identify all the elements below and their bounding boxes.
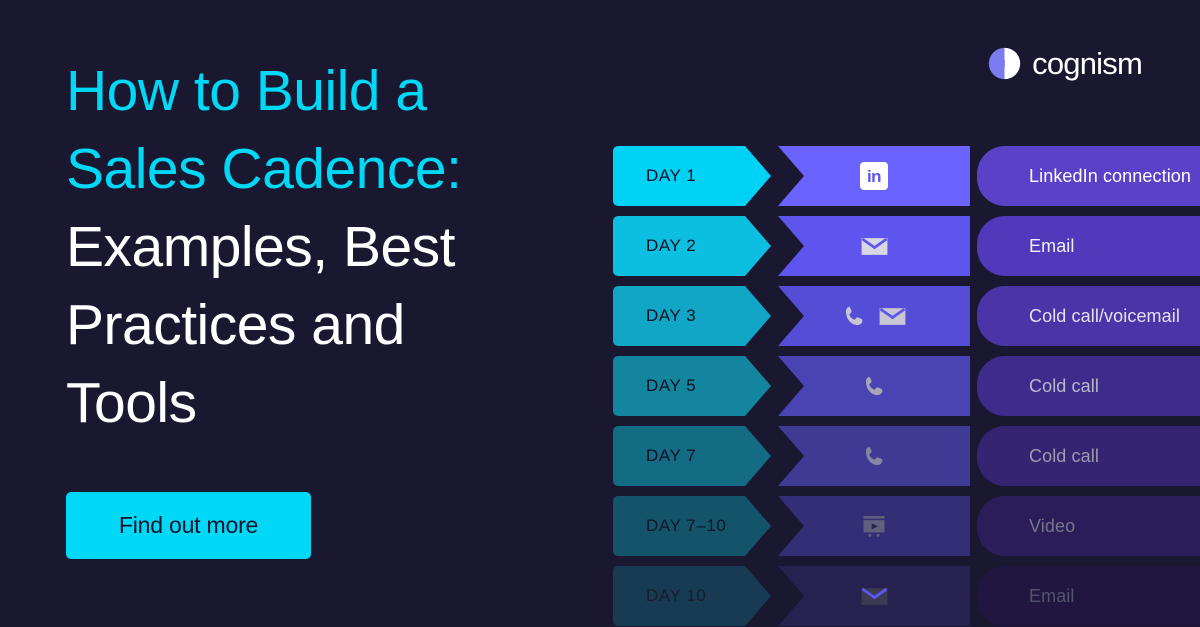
cadence-day-chip: DAY 1 <box>613 146 771 206</box>
cadence-day-chip: DAY 7 <box>613 426 771 486</box>
cadence-day-chip: DAY 5 <box>613 356 771 416</box>
cadence-day-label: DAY 7–10 <box>646 516 727 535</box>
phone-icon <box>861 443 888 470</box>
cadence-channel-label: Cold call <box>1029 375 1099 396</box>
find-out-more-button[interactable]: Find out more <box>66 492 311 559</box>
cadence-channel-label: LinkedIn connection <box>1029 165 1192 186</box>
cadence-channel-chip: Video <box>977 496 1200 556</box>
cognism-logo[interactable]: cognism <box>988 46 1143 81</box>
cadence-icon-group <box>861 443 888 470</box>
cadence-icon-group <box>860 512 888 540</box>
cadence-channel-chip: Cold call <box>977 356 1200 416</box>
cadence-icon-group <box>859 581 890 612</box>
linkedin-icon: in <box>860 162 888 190</box>
cadence-row: DAY 7–10 Video <box>613 496 1200 556</box>
cadence-icon-chip <box>778 286 970 346</box>
cadence-channel-label: Video <box>1029 515 1076 536</box>
cadence-day-label: DAY 2 <box>646 236 697 255</box>
cadence-icon-chip <box>778 356 970 416</box>
brand-name: cognism <box>1032 46 1143 81</box>
cadence-icon-group <box>861 373 888 400</box>
cadence-day-label: DAY 10 <box>646 586 707 605</box>
cadence-row: DAY 3 Cold call/voicemail <box>613 286 1200 346</box>
cadence-icon-group <box>859 231 890 262</box>
cadence-channel-chip: Cold call/voicemail <box>977 286 1200 346</box>
cadence-day-label: DAY 7 <box>646 446 697 465</box>
cadence-channel-label: Cold call/voicemail <box>1029 305 1180 326</box>
cognism-circle-mark-icon <box>988 47 1021 80</box>
cadence-day-chip: DAY 2 <box>613 216 771 276</box>
phone-icon <box>841 303 868 330</box>
cadence-channel-chip: Email <box>977 566 1200 626</box>
headline-line-4: Practices and <box>66 293 405 357</box>
cadence-icon-chip <box>778 496 970 556</box>
cadence-row: DAY 5 Cold call <box>613 356 1200 416</box>
cadence-channel-label: Cold call <box>1029 445 1099 466</box>
cadence-icon-chip <box>778 566 970 626</box>
cadence-day-label: DAY 5 <box>646 376 697 395</box>
cadence-channel-chip: Email <box>977 216 1200 276</box>
cadence-row: DAY 1 in LinkedIn connection <box>613 146 1200 206</box>
headline-line-3: Examples, Best <box>66 215 456 279</box>
headline-line-2: Sales Cadence: <box>66 137 462 201</box>
cadence-channel-label: Email <box>1029 585 1075 606</box>
page-title: How to Build a Sales Cadence: Examples, … <box>66 52 586 442</box>
cadence-day-chip: DAY 3 <box>613 286 771 346</box>
headline-block: How to Build a Sales Cadence: Examples, … <box>66 52 586 442</box>
cadence-icon-chip <box>778 426 970 486</box>
cadence-icon-group <box>841 301 908 332</box>
cadence-channel-chip: Cold call <box>977 426 1200 486</box>
cadence-day-label: DAY 1 <box>646 166 697 185</box>
promo-banner: How to Build a Sales Cadence: Examples, … <box>0 0 1200 627</box>
cadence-day-chip: DAY 10 <box>613 566 771 626</box>
sales-cadence-list: DAY 1 in LinkedIn connection DAY 2 Email DAY … <box>613 146 1200 627</box>
headline-line-1: How to Build a <box>66 59 427 123</box>
email-icon <box>877 301 908 332</box>
cadence-row: DAY 2 Email <box>613 216 1200 276</box>
cadence-icon-chip: in <box>778 146 970 206</box>
email-icon <box>859 581 890 612</box>
cadence-channel-label: Email <box>1029 235 1075 256</box>
cadence-day-label: DAY 3 <box>646 306 697 325</box>
cadence-icon-group: in <box>860 162 888 190</box>
cadence-channel-chip: LinkedIn connection <box>977 146 1200 206</box>
cadence-row: DAY 10 Email <box>613 566 1200 626</box>
cadence-day-chip: DAY 7–10 <box>613 496 771 556</box>
headline-line-5: Tools <box>66 371 197 435</box>
cadence-icon-chip <box>778 216 970 276</box>
email-icon <box>859 231 890 262</box>
video-icon <box>860 512 888 540</box>
phone-icon <box>861 373 888 400</box>
cadence-row: DAY 7 Cold call <box>613 426 1200 486</box>
